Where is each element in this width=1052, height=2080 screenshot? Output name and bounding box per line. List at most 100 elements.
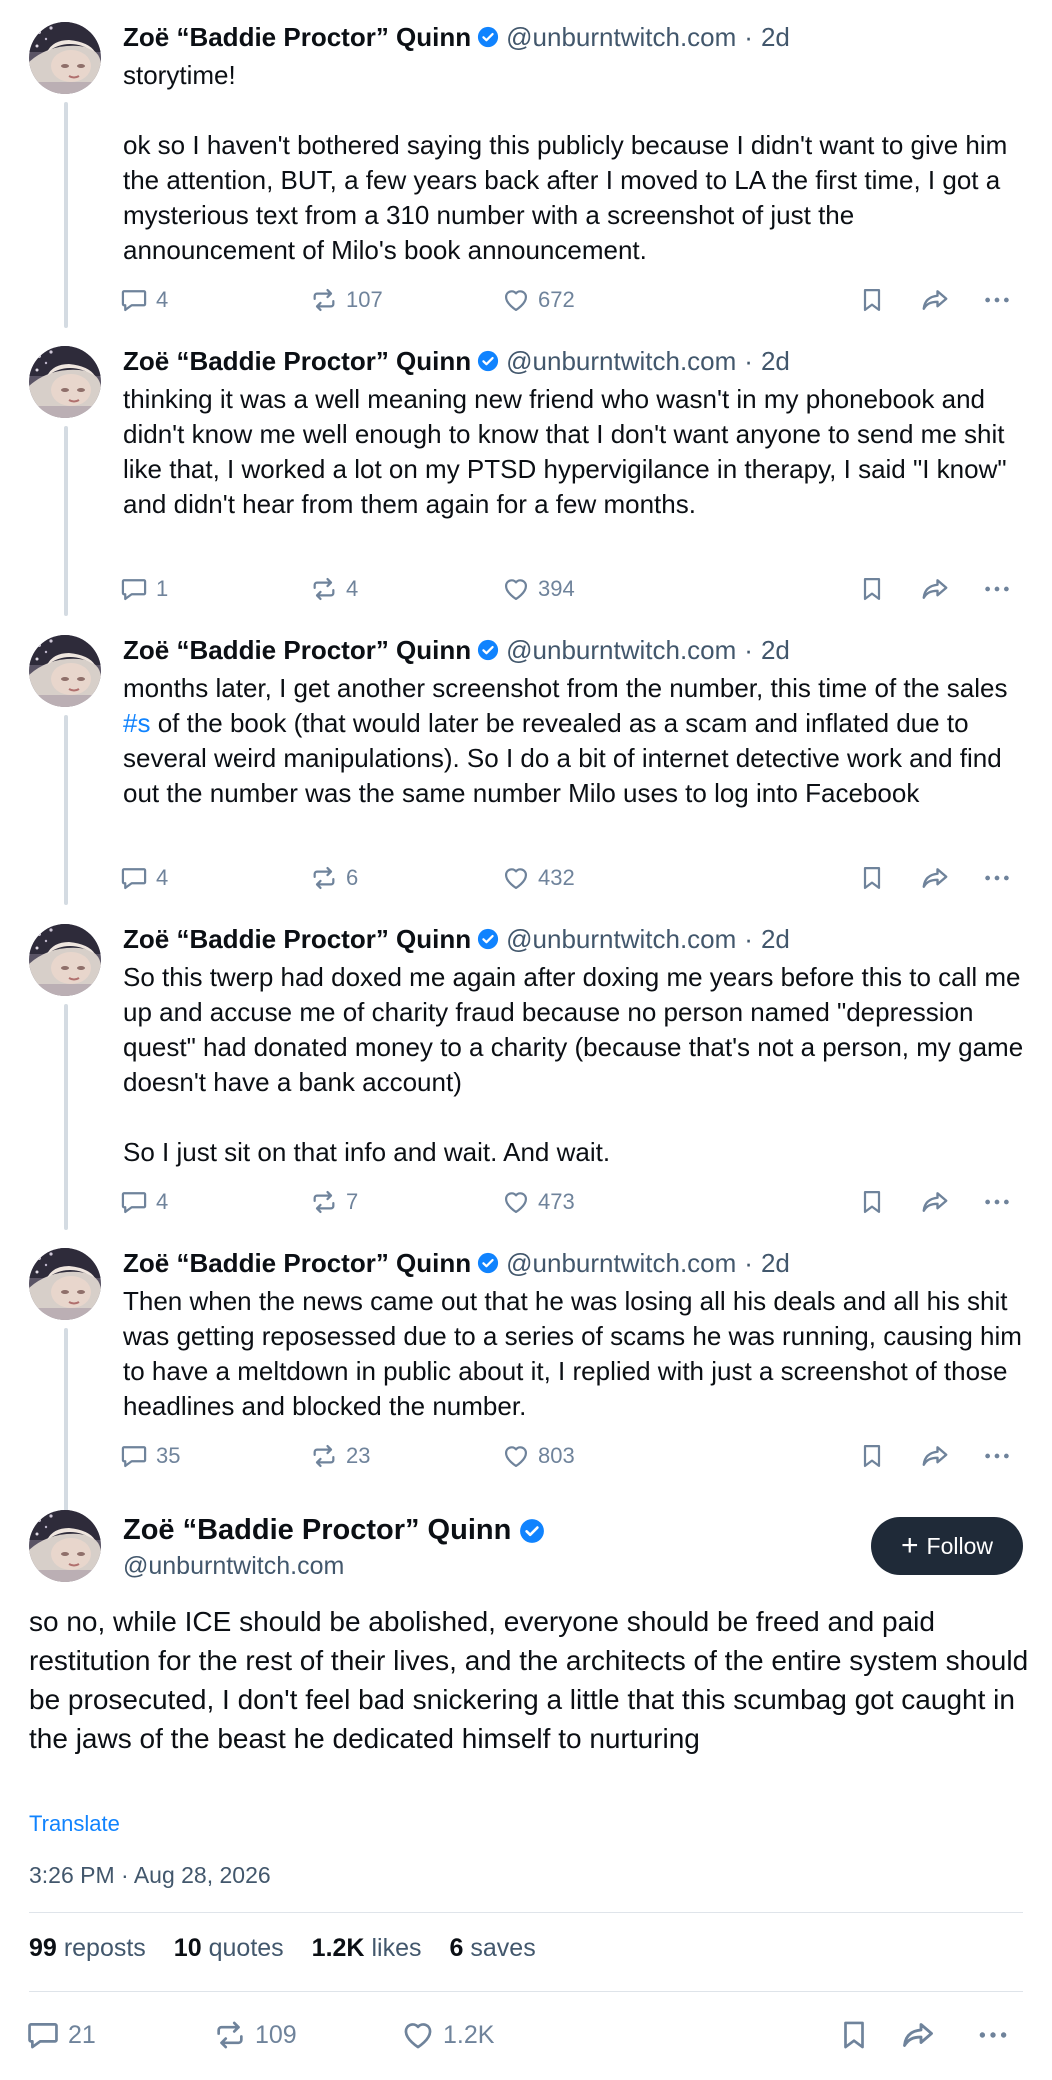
follow-button[interactable]: + Follow (871, 1517, 1023, 1575)
heart-icon (502, 1188, 530, 1216)
separator: · (744, 1247, 753, 1278)
author-handle[interactable]: @unburntwitch.com (506, 22, 736, 53)
repost-button[interactable]: 109 (213, 2015, 297, 2055)
author-name[interactable]: Zoë “Baddie Proctor” Quinn (123, 22, 471, 53)
repost-count: 4 (346, 576, 359, 601)
more-options-button[interactable] (982, 1438, 1012, 1474)
author-handle[interactable]: @unburntwitch.com (506, 1248, 736, 1279)
author-handle[interactable]: @unburntwitch.com (123, 1552, 344, 1581)
share-icon (920, 863, 950, 893)
post-actions: 4 7 473 (120, 1184, 1020, 1220)
post-time[interactable]: 2d (761, 635, 790, 666)
more-options-button[interactable] (976, 2015, 1010, 2055)
like-button[interactable]: 432 (502, 860, 575, 896)
reply-count: 35 (156, 1443, 181, 1468)
translate-link[interactable]: Translate (29, 1811, 120, 1837)
likes-stat-count: 1.2K (311, 1934, 365, 1962)
reply-button[interactable]: 4 (120, 282, 168, 318)
bookmark-icon (858, 864, 886, 892)
share-button[interactable] (920, 860, 950, 896)
share-icon (920, 285, 950, 315)
more-options-button[interactable] (982, 571, 1012, 607)
author-handle[interactable]: @unburntwitch.com (506, 924, 736, 955)
author-name[interactable]: Zoë “Baddie Proctor” Quinn (123, 346, 471, 377)
author-name[interactable]: Zoë “Baddie Proctor” Quinn (123, 1514, 511, 1547)
bookmark-button[interactable] (858, 282, 886, 318)
more-options-button[interactable] (982, 860, 1012, 896)
reply-button[interactable]: 35 (120, 1438, 180, 1474)
post-actions: 1 4 394 (120, 571, 1020, 607)
reply-button[interactable]: 4 (120, 1184, 168, 1220)
reply-button[interactable]: 21 (26, 2015, 96, 2055)
saves-stat-count: 6 (449, 1934, 464, 1962)
author-name[interactable]: Zoë “Baddie Proctor” Quinn (123, 924, 471, 955)
avatar[interactable] (29, 924, 101, 996)
like-button[interactable]: 394 (502, 571, 575, 607)
post-text: so no, while ICE should be abolished, ev… (29, 1606, 1029, 1754)
author-handle[interactable]: @unburntwitch.com (506, 635, 736, 666)
divider (29, 1991, 1023, 1992)
avatar[interactable] (29, 1248, 101, 1320)
repost-button[interactable]: 4 (310, 571, 358, 607)
plus-icon: + (901, 1529, 919, 1562)
thread-post[interactable]: Zoë “Baddie Proctor” Quinn @unburntwitch… (0, 1226, 1052, 1520)
repost-button[interactable]: 6 (310, 860, 358, 896)
avatar[interactable] (29, 1510, 101, 1582)
engagement-stats: 99 reposts 10 quotes 1.2K likes 6 saves (29, 1934, 536, 1963)
thread-post[interactable]: Zoë “Baddie Proctor” Quinn @unburntwitch… (0, 613, 1052, 905)
share-button[interactable] (920, 571, 950, 607)
like-button[interactable]: 473 (502, 1184, 575, 1220)
reply-count: 4 (156, 865, 169, 890)
post-time[interactable]: 2d (761, 924, 790, 955)
share-button[interactable] (900, 2015, 936, 2055)
reply-button[interactable]: 4 (120, 860, 168, 896)
reply-button[interactable]: 1 (120, 571, 168, 607)
post-actions: 4 6 432 (120, 860, 1020, 896)
author-name[interactable]: Zoë “Baddie Proctor” Quinn (123, 1248, 471, 1279)
more-options-button[interactable] (982, 282, 1012, 318)
avatar[interactable] (29, 346, 101, 418)
bookmark-button[interactable] (858, 1184, 886, 1220)
post-time[interactable]: 2d (761, 346, 790, 377)
avatar[interactable] (29, 635, 101, 707)
post-header: Zoë “Baddie Proctor” Quinn @unburntwitch… (123, 922, 790, 956)
thread-connector-line (64, 426, 68, 616)
post-time[interactable]: 2d (761, 1248, 790, 1279)
bookmark-button[interactable] (837, 2015, 871, 2055)
post-time[interactable]: 2d (761, 22, 790, 53)
reply-icon (120, 575, 148, 603)
quotes-stat[interactable]: 10 quotes (174, 1934, 284, 1963)
reply-count: 21 (68, 2020, 96, 2049)
share-button[interactable] (920, 1438, 950, 1474)
bookmark-button[interactable] (858, 860, 886, 896)
like-button[interactable]: 1.2K (401, 2015, 494, 2055)
repost-count: 23 (346, 1443, 371, 1468)
author-name[interactable]: Zoë “Baddie Proctor” Quinn (123, 635, 471, 666)
repost-button[interactable]: 7 (310, 1184, 358, 1220)
likes-stat[interactable]: 1.2K likes (312, 1934, 422, 1963)
saves-stat[interactable]: 6 saves (450, 1934, 536, 1963)
hashtag-link[interactable]: #s (123, 708, 150, 738)
share-icon (920, 1187, 950, 1217)
repost-button[interactable]: 23 (310, 1438, 370, 1474)
bookmark-button[interactable] (858, 1438, 886, 1474)
thread-post[interactable]: Zoë “Baddie Proctor” Quinn @unburntwitch… (0, 902, 1052, 1230)
reposts-stat[interactable]: 99 reposts (29, 1934, 146, 1963)
more-options-button[interactable] (982, 1184, 1012, 1220)
avatar[interactable] (29, 22, 101, 94)
author-handle[interactable]: @unburntwitch.com (506, 346, 736, 377)
post-header: Zoë “Baddie Proctor” Quinn @unburntwitch… (123, 20, 790, 54)
bookmark-button[interactable] (858, 571, 886, 607)
more-icon (982, 1441, 1012, 1471)
thread-post[interactable]: Zoë “Baddie Proctor” Quinn @unburntwitch… (0, 324, 1052, 616)
like-button[interactable]: 672 (502, 282, 575, 318)
separator: · (744, 21, 753, 52)
thread-post[interactable]: Zoë “Baddie Proctor” Quinn @unburntwitch… (0, 0, 1052, 328)
thread-connector-line (64, 102, 68, 328)
repost-button[interactable]: 107 (310, 282, 383, 318)
share-button[interactable] (920, 1184, 950, 1220)
share-button[interactable] (920, 282, 950, 318)
like-button[interactable]: 803 (502, 1438, 575, 1474)
more-icon (982, 1187, 1012, 1217)
post-header: Zoë “Baddie Proctor” Quinn @unburntwitch… (123, 633, 790, 667)
